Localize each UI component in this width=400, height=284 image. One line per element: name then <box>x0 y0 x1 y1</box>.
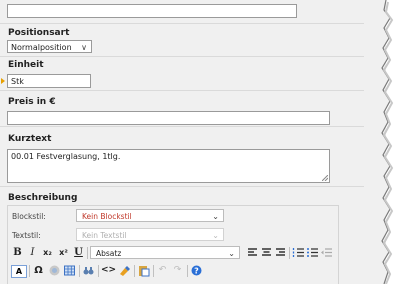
paste-word-icon[interactable] <box>137 264 150 277</box>
table-icon[interactable] <box>63 264 76 277</box>
special-chars-icon[interactable]: Ω <box>32 264 45 277</box>
preis-input[interactable] <box>7 111 330 125</box>
svg-text:?: ? <box>194 266 199 275</box>
toolbar-separator <box>29 265 30 277</box>
text-color-icon[interactable]: A <box>11 265 27 278</box>
kurztext-row: Kurztext 00.01 Festverglasung, 1tlg. <box>0 126 372 187</box>
einheit-row: Einheit Stk <box>0 56 372 91</box>
preis-row: Preis in € <box>0 90 372 127</box>
underline-icon[interactable]: U <box>72 246 85 259</box>
toolbar-separator <box>79 265 80 277</box>
top-field-input[interactable] <box>7 4 297 18</box>
italic-icon[interactable]: I <box>26 246 39 259</box>
resize-handle-icon[interactable] <box>322 175 328 181</box>
blockstil-label: Blockstil: <box>12 212 46 221</box>
ordered-list-icon[interactable] <box>292 246 305 259</box>
dropdown-caret-icon: ⌄ <box>212 231 219 240</box>
format-select[interactable]: Absatz ⌄ <box>90 246 240 259</box>
subscript-icon[interactable]: x₂ <box>41 246 54 259</box>
align-left-icon[interactable] <box>246 246 259 259</box>
blockstil-value: Kein Blockstil <box>82 212 132 221</box>
chevron-down-icon: ∨ <box>81 43 87 52</box>
toolbar-separator <box>153 265 154 277</box>
align-center-icon[interactable] <box>260 246 273 259</box>
find-icon[interactable] <box>82 264 95 277</box>
toolbar-separator <box>289 247 290 259</box>
blockstil-select[interactable]: Kein Blockstil ⌄ <box>76 209 224 222</box>
torn-edge <box>364 0 394 284</box>
help-icon[interactable]: ? <box>190 264 203 277</box>
beschreibung-label: Beschreibung <box>8 193 78 203</box>
einheit-input[interactable]: Stk <box>7 74 91 88</box>
toolbar-separator <box>87 247 88 259</box>
editor: Blockstil: Kein Blockstil ⌄ Textstil: Ke… <box>7 205 339 284</box>
positionsart-label: Positionsart <box>8 28 70 38</box>
positionsart-select[interactable]: Normalposition ∨ <box>7 40 92 53</box>
positionsart-value: Normalposition <box>11 43 72 52</box>
toolbar-separator <box>134 265 135 277</box>
preis-label: Preis in € <box>8 97 56 107</box>
kurztext-label: Kurztext <box>8 134 52 144</box>
unordered-list-icon[interactable] <box>306 246 319 259</box>
einheit-label: Einheit <box>8 60 44 70</box>
positionsart-row: Positionsart Normalposition ∨ <box>0 23 372 57</box>
kurztext-textarea[interactable]: 00.01 Festverglasung, 1tlg. <box>7 149 330 183</box>
superscript-icon[interactable]: x² <box>57 246 70 259</box>
clean-format-icon[interactable] <box>118 264 131 277</box>
textstil-select[interactable]: Kein Textstil ⌄ <box>76 228 224 241</box>
toolbar-separator <box>187 265 188 277</box>
textstil-label: Textstil: <box>12 231 41 240</box>
toolbar-separator <box>98 265 99 277</box>
dropdown-caret-icon: ⌄ <box>212 212 219 221</box>
bold-icon[interactable]: B <box>11 246 24 259</box>
form-panel: Positionsart Normalposition ∨ Einheit St… <box>0 0 386 284</box>
format-value: Absatz <box>96 249 122 258</box>
dropdown-caret-icon: ⌄ <box>228 249 235 258</box>
emoticon-icon[interactable] <box>48 264 61 277</box>
textstil-value: Kein Textstil <box>82 231 127 240</box>
required-marker-icon <box>1 78 5 84</box>
align-right-icon[interactable] <box>274 246 287 259</box>
beschreibung-row: Beschreibung Blockstil: Kein Blockstil ⌄… <box>0 186 372 284</box>
redo-icon[interactable]: ↷ <box>171 264 184 277</box>
outdent-icon[interactable] <box>320 246 333 259</box>
undo-icon[interactable]: ↶ <box>156 264 169 277</box>
source-code-icon[interactable]: <> <box>101 264 116 277</box>
